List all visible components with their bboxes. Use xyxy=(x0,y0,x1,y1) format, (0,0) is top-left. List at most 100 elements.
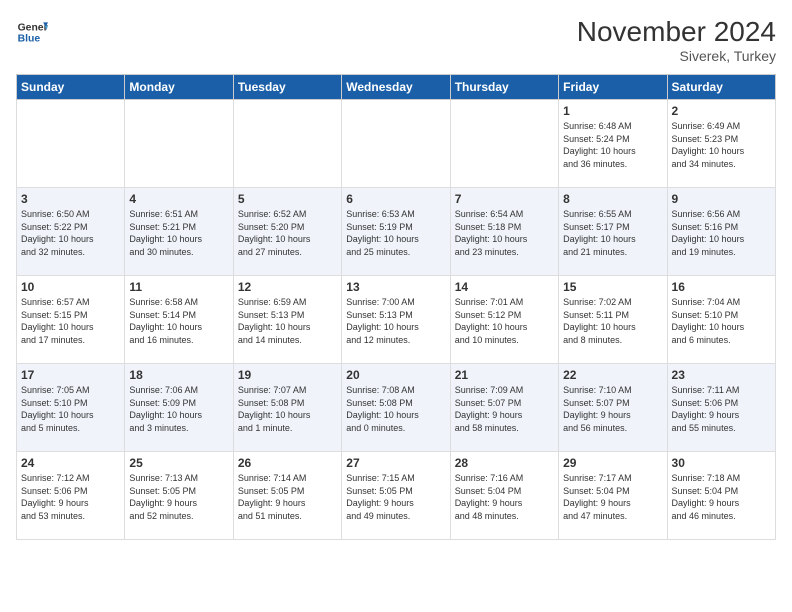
calendar-cell: 28 Sunrise: 7:16 AM Sunset: 5:04 PM Dayli… xyxy=(450,452,558,540)
calendar-cell: 10 Sunrise: 6:57 AM Sunset: 5:15 PM Dayli… xyxy=(17,276,125,364)
day-info: Sunrise: 7:01 AM Sunset: 5:12 PM Dayligh… xyxy=(455,296,554,346)
day-info: Sunrise: 7:18 AM Sunset: 5:04 PM Dayligh… xyxy=(672,472,771,522)
calendar-cell: 23Sunrise: 7:11 AM Sunset: 5:06 PM Dayli… xyxy=(667,364,775,452)
calendar-cell: 16 Sunrise: 7:04 AM Sunset: 5:10 PM Dayli… xyxy=(667,276,775,364)
location: Siverek, Turkey xyxy=(577,48,776,64)
day-info: Sunrise: 6:55 AM Sunset: 5:17 PM Dayligh… xyxy=(563,208,662,258)
day-info: Sunrise: 6:58 AM Sunset: 5:14 PM Dayligh… xyxy=(129,296,228,346)
calendar-row-3: 10 Sunrise: 6:57 AM Sunset: 5:15 PM Dayli… xyxy=(17,276,776,364)
day-info: Sunrise: 7:07 AM Sunset: 5:08 PM Dayligh… xyxy=(238,384,337,434)
calendar-row-2: 3 Sunrise: 6:50 AM Sunset: 5:22 PM Daylig… xyxy=(17,188,776,276)
day-number: 28 xyxy=(455,456,554,470)
day-info: Sunrise: 7:15 AM Sunset: 5:05 PM Dayligh… xyxy=(346,472,445,522)
calendar-cell xyxy=(450,100,558,188)
day-number: 24 xyxy=(21,456,120,470)
calendar-cell: 3 Sunrise: 6:50 AM Sunset: 5:22 PM Daylig… xyxy=(17,188,125,276)
day-info: Sunrise: 7:02 AM Sunset: 5:11 PM Dayligh… xyxy=(563,296,662,346)
calendar-cell: 9Sunrise: 6:56 AM Sunset: 5:16 PM Daylig… xyxy=(667,188,775,276)
calendar-cell: 13Sunrise: 7:00 AM Sunset: 5:13 PM Dayli… xyxy=(342,276,450,364)
calendar-cell: 12 Sunrise: 6:59 AM Sunset: 5:13 PM Dayli… xyxy=(233,276,341,364)
logo: General Blue xyxy=(16,16,48,48)
day-info: Sunrise: 7:04 AM Sunset: 5:10 PM Dayligh… xyxy=(672,296,771,346)
day-number: 15 xyxy=(563,280,662,294)
calendar-cell xyxy=(342,100,450,188)
day-info: Sunrise: 6:53 AM Sunset: 5:19 PM Dayligh… xyxy=(346,208,445,258)
day-info: Sunrise: 7:12 AM Sunset: 5:06 PM Dayligh… xyxy=(21,472,120,522)
day-number: 4 xyxy=(129,192,228,206)
calendar-cell: 15 Sunrise: 7:02 AM Sunset: 5:11 PM Dayli… xyxy=(559,276,667,364)
calendar-cell: 29 Sunrise: 7:17 AM Sunset: 5:04 PM Dayli… xyxy=(559,452,667,540)
calendar-cell: 1 Sunrise: 6:48 AM Sunset: 5:24 PM Daylig… xyxy=(559,100,667,188)
day-number: 22 xyxy=(563,368,662,382)
day-info: Sunrise: 6:48 AM Sunset: 5:24 PM Dayligh… xyxy=(563,120,662,170)
day-info: Sunrise: 7:09 AM Sunset: 5:07 PM Dayligh… xyxy=(455,384,554,434)
day-number: 20 xyxy=(346,368,445,382)
calendar-cell xyxy=(233,100,341,188)
day-info: Sunrise: 7:10 AM Sunset: 5:07 PM Dayligh… xyxy=(563,384,662,434)
day-info: Sunrise: 6:51 AM Sunset: 5:21 PM Dayligh… xyxy=(129,208,228,258)
day-number: 29 xyxy=(563,456,662,470)
month-title: November 2024 xyxy=(577,16,776,48)
day-number: 19 xyxy=(238,368,337,382)
day-info: Sunrise: 6:52 AM Sunset: 5:20 PM Dayligh… xyxy=(238,208,337,258)
weekday-header-row: SundayMondayTuesdayWednesdayThursdayFrid… xyxy=(17,75,776,100)
calendar-cell: 8 Sunrise: 6:55 AM Sunset: 5:17 PM Daylig… xyxy=(559,188,667,276)
day-info: Sunrise: 6:54 AM Sunset: 5:18 PM Dayligh… xyxy=(455,208,554,258)
day-number: 10 xyxy=(21,280,120,294)
calendar-cell: 5 Sunrise: 6:52 AM Sunset: 5:20 PM Daylig… xyxy=(233,188,341,276)
calendar-cell: 6Sunrise: 6:53 AM Sunset: 5:19 PM Daylig… xyxy=(342,188,450,276)
day-number: 18 xyxy=(129,368,228,382)
weekday-sunday: Sunday xyxy=(17,75,125,100)
day-info: Sunrise: 6:59 AM Sunset: 5:13 PM Dayligh… xyxy=(238,296,337,346)
weekday-saturday: Saturday xyxy=(667,75,775,100)
day-info: Sunrise: 7:17 AM Sunset: 5:04 PM Dayligh… xyxy=(563,472,662,522)
day-number: 12 xyxy=(238,280,337,294)
calendar-row-1: 1 Sunrise: 6:48 AM Sunset: 5:24 PM Daylig… xyxy=(17,100,776,188)
page: General Blue November 2024 Siverek, Turk… xyxy=(0,0,792,612)
day-number: 16 xyxy=(672,280,771,294)
weekday-thursday: Thursday xyxy=(450,75,558,100)
day-info: Sunrise: 6:57 AM Sunset: 5:15 PM Dayligh… xyxy=(21,296,120,346)
day-info: Sunrise: 7:14 AM Sunset: 5:05 PM Dayligh… xyxy=(238,472,337,522)
calendar-row-5: 24 Sunrise: 7:12 AM Sunset: 5:06 PM Dayli… xyxy=(17,452,776,540)
day-number: 8 xyxy=(563,192,662,206)
weekday-monday: Monday xyxy=(125,75,233,100)
day-info: Sunrise: 7:16 AM Sunset: 5:04 PM Dayligh… xyxy=(455,472,554,522)
calendar: SundayMondayTuesdayWednesdayThursdayFrid… xyxy=(16,74,776,540)
logo-icon: General Blue xyxy=(16,16,48,48)
calendar-cell: 17Sunrise: 7:05 AM Sunset: 5:10 PM Dayli… xyxy=(17,364,125,452)
day-number: 3 xyxy=(21,192,120,206)
day-number: 5 xyxy=(238,192,337,206)
calendar-cell: 26 Sunrise: 7:14 AM Sunset: 5:05 PM Dayli… xyxy=(233,452,341,540)
day-number: 26 xyxy=(238,456,337,470)
day-info: Sunrise: 7:13 AM Sunset: 5:05 PM Dayligh… xyxy=(129,472,228,522)
calendar-cell: 7 Sunrise: 6:54 AM Sunset: 5:18 PM Daylig… xyxy=(450,188,558,276)
day-number: 25 xyxy=(129,456,228,470)
day-number: 7 xyxy=(455,192,554,206)
day-number: 27 xyxy=(346,456,445,470)
day-number: 21 xyxy=(455,368,554,382)
day-number: 14 xyxy=(455,280,554,294)
day-info: Sunrise: 6:49 AM Sunset: 5:23 PM Dayligh… xyxy=(672,120,771,170)
calendar-cell: 18 Sunrise: 7:06 AM Sunset: 5:09 PM Dayli… xyxy=(125,364,233,452)
weekday-tuesday: Tuesday xyxy=(233,75,341,100)
day-number: 1 xyxy=(563,104,662,118)
day-number: 11 xyxy=(129,280,228,294)
calendar-cell: 22 Sunrise: 7:10 AM Sunset: 5:07 PM Dayli… xyxy=(559,364,667,452)
weekday-friday: Friday xyxy=(559,75,667,100)
day-info: Sunrise: 7:05 AM Sunset: 5:10 PM Dayligh… xyxy=(21,384,120,434)
day-info: Sunrise: 7:06 AM Sunset: 5:09 PM Dayligh… xyxy=(129,384,228,434)
day-number: 30 xyxy=(672,456,771,470)
weekday-wednesday: Wednesday xyxy=(342,75,450,100)
calendar-cell: 4 Sunrise: 6:51 AM Sunset: 5:21 PM Daylig… xyxy=(125,188,233,276)
day-number: 2 xyxy=(672,104,771,118)
svg-text:General: General xyxy=(18,22,48,33)
day-info: Sunrise: 6:56 AM Sunset: 5:16 PM Dayligh… xyxy=(672,208,771,258)
day-info: Sunrise: 7:11 AM Sunset: 5:06 PM Dayligh… xyxy=(672,384,771,434)
calendar-row-4: 17Sunrise: 7:05 AM Sunset: 5:10 PM Dayli… xyxy=(17,364,776,452)
calendar-cell: 19 Sunrise: 7:07 AM Sunset: 5:08 PM Dayli… xyxy=(233,364,341,452)
calendar-cell: 24 Sunrise: 7:12 AM Sunset: 5:06 PM Dayli… xyxy=(17,452,125,540)
calendar-cell: 21 Sunrise: 7:09 AM Sunset: 5:07 PM Dayli… xyxy=(450,364,558,452)
title-block: November 2024 Siverek, Turkey xyxy=(577,16,776,64)
day-info: Sunrise: 6:50 AM Sunset: 5:22 PM Dayligh… xyxy=(21,208,120,258)
